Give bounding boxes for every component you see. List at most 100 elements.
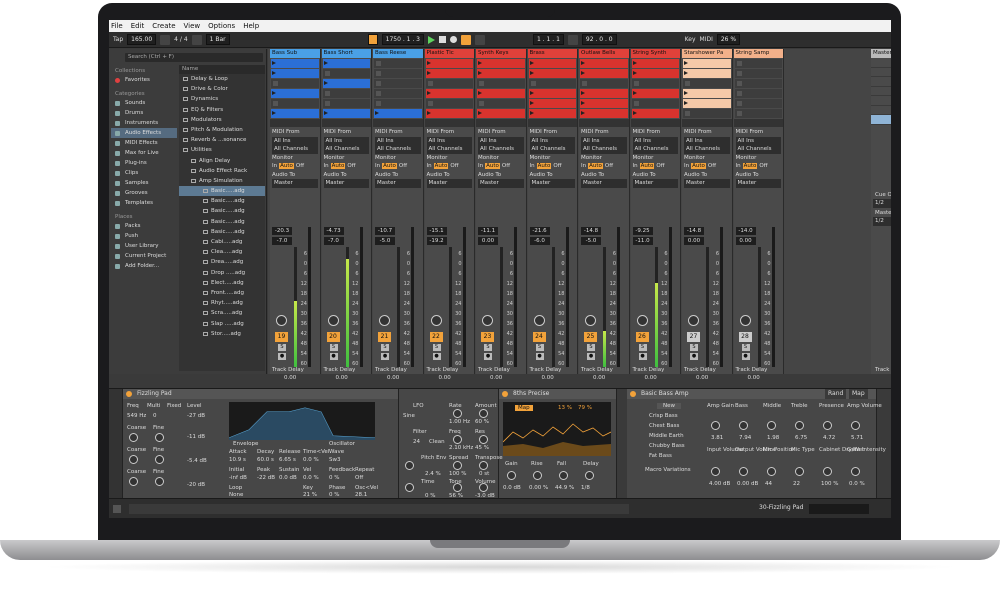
drift-level-value[interactable]: -11 dB [187, 434, 205, 440]
monitor-auto[interactable]: Auto [691, 163, 706, 169]
pan-field[interactable]: -7.0 [272, 237, 292, 245]
track-activator[interactable]: 21 [378, 332, 391, 342]
clip-slot[interactable] [322, 79, 370, 88]
pan-field[interactable]: 0.00 [735, 237, 756, 245]
volume-field[interactable]: -14.0 [735, 227, 756, 235]
amp-preset-item[interactable]: Chubby Bass [649, 443, 685, 449]
clip-play-icon[interactable] [426, 91, 431, 95]
io-field[interactable]: All Channels [632, 145, 678, 154]
filter-freq-label[interactable]: Freq [449, 429, 461, 435]
monitor-switch[interactable]: In Auto Off [528, 162, 578, 171]
volume-field[interactable]: -14.8 [684, 227, 704, 235]
monitor-switch[interactable]: In Auto Off [734, 162, 784, 171]
pan-field[interactable]: -11.0 [632, 237, 653, 245]
clip-slot[interactable] [374, 79, 422, 88]
clip-slot[interactable] [528, 89, 576, 98]
monitor-in[interactable]: In [581, 163, 586, 169]
transpose-label[interactable]: Transpose [475, 455, 503, 461]
browser-item[interactable]: Basic.....adg [179, 217, 265, 227]
clip-stop-icon[interactable] [685, 81, 690, 86]
clip-slot[interactable] [734, 89, 782, 98]
amp-macro-knob[interactable] [711, 421, 720, 430]
place-user-library[interactable]: User Library [111, 241, 177, 251]
browser-item[interactable]: Drea.....adg [179, 257, 265, 267]
precise-knob[interactable] [559, 471, 568, 480]
clip-slot[interactable] [322, 59, 370, 68]
volume-fader[interactable] [411, 227, 414, 367]
clip-play-icon[interactable] [581, 71, 585, 75]
monitor-in[interactable]: In [272, 163, 277, 169]
browser-item[interactable]: Drive & Color [179, 84, 265, 94]
follow-button[interactable] [367, 34, 378, 45]
monitor-switch[interactable]: In Auto Off [373, 162, 423, 171]
amp-macro-value[interactable]: 0.0 % [849, 481, 865, 487]
amp-macro-value[interactable]: 3.81 [711, 435, 723, 441]
track-title[interactable]: Plastic Tic [424, 49, 474, 58]
amp-macro-value[interactable]: 6.75 [795, 435, 807, 441]
amp-macro-knob[interactable] [795, 421, 804, 430]
clip-play-icon[interactable] [529, 111, 534, 115]
track-delay-value[interactable]: 0.00 [591, 374, 605, 383]
amp-macro-knob[interactable] [711, 467, 720, 476]
clip-play-icon[interactable] [684, 61, 688, 65]
category-drums[interactable]: Drums [111, 108, 177, 118]
pan-field[interactable]: -19.2 [426, 237, 447, 245]
stop-icon[interactable] [439, 36, 446, 43]
clip-slot[interactable] [580, 109, 628, 118]
monitor-off[interactable]: Off [656, 163, 664, 169]
clip-play-icon[interactable] [684, 71, 688, 75]
monitor-switch[interactable]: In Auto Off [682, 162, 732, 171]
clip-slot[interactable] [528, 109, 576, 118]
drift-knob[interactable] [155, 455, 164, 464]
volume-fader[interactable] [359, 227, 363, 367]
clip-slot[interactable] [271, 69, 319, 78]
lfo-knob[interactable] [453, 409, 462, 418]
browser-item[interactable]: Basic.....adg [179, 196, 265, 206]
clip-stop-icon[interactable] [273, 101, 278, 106]
monitor-off[interactable]: Off [553, 163, 561, 169]
monitor-in[interactable]: In [427, 163, 432, 169]
filter-freq-value[interactable]: 2.10 kHz [449, 445, 473, 451]
clip-slot[interactable] [374, 109, 422, 118]
volume-fader[interactable] [308, 227, 311, 367]
arm-button[interactable]: ● [638, 353, 647, 360]
filter-type-select[interactable]: 24 [413, 439, 420, 445]
clip-stop-icon[interactable] [324, 91, 330, 96]
monitor-switch[interactable]: In Auto Off [476, 162, 526, 171]
solo-button[interactable]: S [741, 344, 750, 351]
wave-select[interactable]: Sw3 [329, 457, 341, 463]
clip-slot[interactable] [631, 109, 679, 118]
clip-play-icon[interactable] [529, 91, 534, 95]
solo-button[interactable]: S [638, 344, 647, 351]
browser-search-input[interactable]: Search (Ctrl + F) [125, 53, 263, 62]
filter-res-value[interactable]: 45 % [475, 445, 489, 451]
monitor-switch[interactable]: In Auto Off [425, 162, 475, 171]
lfo-knob[interactable] [479, 483, 488, 492]
clip-slot[interactable] [631, 59, 679, 68]
io-field[interactable]: All Ins [529, 136, 575, 145]
status-arrow-icon[interactable] [113, 505, 121, 513]
clip-play-icon[interactable] [272, 71, 276, 75]
clip-slot[interactable] [374, 99, 422, 108]
track-delay-value[interactable]: 0.00 [437, 374, 451, 383]
lfo-knob[interactable] [453, 483, 462, 492]
clip-play-icon[interactable] [632, 91, 637, 95]
monitor-auto[interactable]: Auto [330, 163, 346, 169]
record-icon[interactable] [450, 36, 457, 43]
volume-field[interactable]: -15.1 [426, 227, 447, 235]
clip-stop-icon[interactable] [376, 61, 381, 66]
amp-macro-knob[interactable] [739, 467, 748, 476]
clip-stop-icon[interactable] [530, 81, 536, 86]
audio-to-select[interactable]: Master [323, 179, 369, 188]
clip-play-icon[interactable] [478, 91, 482, 95]
clip-slot[interactable] [580, 59, 628, 68]
track-delay-value[interactable]: 0.00 [540, 374, 554, 383]
arm-button[interactable]: ● [278, 353, 286, 360]
clip-stop-icon[interactable] [427, 81, 433, 86]
tempo-field[interactable]: 165.00 [127, 34, 157, 45]
track-delay-value[interactable]: 0.00 [334, 374, 348, 383]
precise-knob[interactable] [585, 471, 594, 480]
amount-value[interactable]: 60 % [475, 419, 489, 425]
clip-slot[interactable] [631, 89, 679, 98]
amp-macro-value[interactable]: 4.00 dB [709, 481, 730, 487]
